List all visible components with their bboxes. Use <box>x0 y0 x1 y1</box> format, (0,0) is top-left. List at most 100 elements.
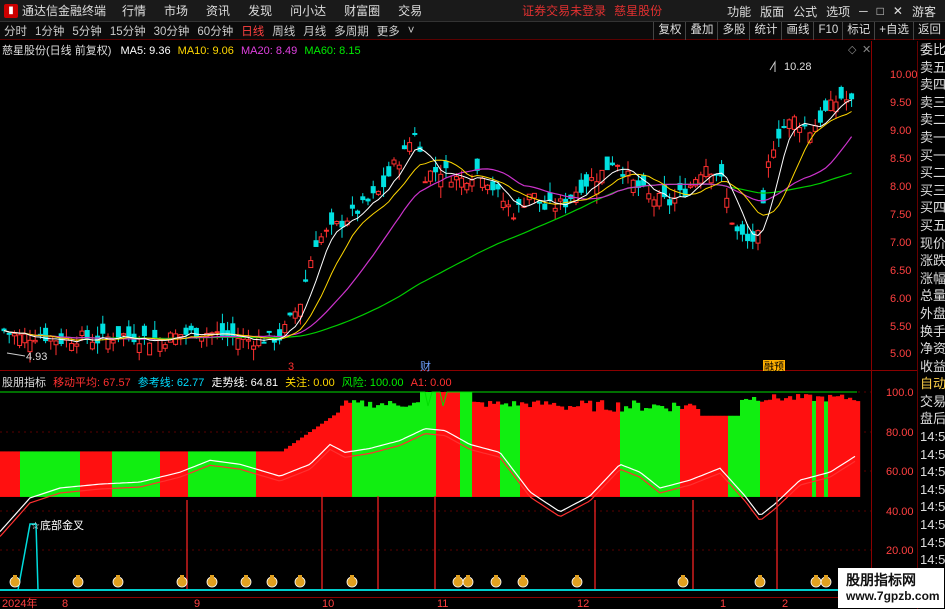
side-auto[interactable]: 自动 <box>918 375 945 393</box>
btn-diejia[interactable]: 叠加 <box>685 22 717 40</box>
indicator-bar <box>728 415 733 497</box>
menu-jiaoyi[interactable]: 交易 <box>398 2 422 19</box>
side-outer[interactable]: 外盘 <box>918 305 945 323</box>
date-feb: 2 <box>782 598 788 609</box>
side-buy4[interactable]: 买四 <box>918 199 945 217</box>
btn-f10[interactable]: F10 <box>813 22 842 40</box>
candle-body <box>100 323 106 334</box>
candle-body <box>646 193 652 200</box>
candle-body <box>651 199 657 207</box>
indicator-bar <box>452 392 457 497</box>
menu-xuanxiang[interactable]: 选项 <box>826 3 850 20</box>
period-15min[interactable]: 15分钟 <box>110 23 146 39</box>
chevron-down-icon[interactable]: ˅ <box>408 25 415 37</box>
menu-zixun[interactable]: 资讯 <box>206 2 230 19</box>
indicator-bar <box>8 451 13 497</box>
candle-body <box>734 226 740 232</box>
indicator-bar <box>196 451 201 497</box>
side-price[interactable]: 现价 <box>918 235 945 253</box>
period-multi[interactable]: 多周期 <box>334 23 369 39</box>
stock-link[interactable]: 慈星股份 <box>614 2 662 19</box>
side-sell2[interactable]: 卖二 <box>918 111 945 129</box>
side-change-pct[interactable]: 涨幅 <box>918 270 945 288</box>
menu-gongshi[interactable]: 公式 <box>793 3 817 20</box>
btn-fanhui[interactable]: 返回 <box>913 22 945 40</box>
indicator-bar <box>136 451 141 497</box>
period-60min[interactable]: 60分钟 <box>197 23 233 39</box>
indicator-bar <box>76 451 81 497</box>
candle-body <box>308 260 314 269</box>
indicator-bar <box>564 409 569 497</box>
indicator-bar <box>528 407 533 497</box>
menu-wenxiaoda[interactable]: 问小达 <box>290 2 326 19</box>
chart-canvas[interactable]: 10.00 9.50 9.00 8.50 8.00 7.50 7.00 6.50… <box>0 0 945 609</box>
side-volume[interactable]: 总量 <box>918 287 945 305</box>
side-buy2[interactable]: 买二 <box>918 164 945 182</box>
close-icon[interactable]: ✕ <box>893 4 903 18</box>
menu-faxian[interactable]: 发现 <box>248 2 272 19</box>
menu-shichang[interactable]: 市场 <box>164 2 188 19</box>
indicator-bar <box>336 412 341 497</box>
indicator-bar <box>656 405 661 497</box>
indicator-bar <box>520 402 525 497</box>
indicator-name[interactable]: 股朋指标 <box>2 377 46 389</box>
candle-body <box>755 230 761 244</box>
candle-body <box>69 342 75 351</box>
menu-hangqing[interactable]: 行情 <box>122 2 146 19</box>
ma20-value: MA20: 8.49 <box>240 45 298 57</box>
price-tick-7: 7.00 <box>890 237 911 249</box>
period-fenshi[interactable]: 分时 <box>4 23 27 39</box>
guest-label[interactable]: 游客 <box>912 3 936 20</box>
side-net-asset[interactable]: 净资 <box>918 340 945 358</box>
btn-zixuan[interactable]: +自选 <box>874 22 913 40</box>
stock-name[interactable]: 慈星股份(日线 前复权) <box>2 45 111 57</box>
btn-fuquan[interactable]: 复权 <box>653 22 685 40</box>
money-bag-icon <box>206 575 218 588</box>
side-sell3[interactable]: 卖三 <box>918 94 945 112</box>
indicator-bar <box>116 451 121 497</box>
period-5min[interactable]: 5分钟 <box>72 23 101 39</box>
ma10-line <box>3 111 852 341</box>
candle-body <box>303 279 309 282</box>
indicator-bar <box>752 396 757 497</box>
maximize-icon[interactable]: □ <box>877 4 884 18</box>
close-chart-icon[interactable]: ✕ <box>862 44 871 56</box>
main-chart-info: 慈星股份(日线 前复权) MA5: 9.36 MA10: 9.06 MA20: … <box>2 42 361 57</box>
menu-caifuquan[interactable]: 财富圈 <box>344 2 380 19</box>
side-after-hours[interactable]: 盘后 <box>918 410 945 428</box>
menu-banmian[interactable]: 版面 <box>760 3 784 20</box>
candle-body <box>729 222 735 225</box>
side-weibi[interactable]: 委比 <box>918 41 945 59</box>
login-warning[interactable]: 证券交易未登录 <box>522 2 606 19</box>
btn-huaxian[interactable]: 画线 <box>781 22 813 40</box>
side-sell5[interactable]: 卖五 <box>918 59 945 77</box>
side-buy3[interactable]: 买三 <box>918 182 945 200</box>
side-time-5: 14:56 <box>920 499 945 515</box>
period-daily[interactable]: 日线 <box>241 23 264 39</box>
btn-duogu[interactable]: 多股 <box>717 22 749 40</box>
money-bag-icon <box>462 575 474 588</box>
side-change[interactable]: 涨跌 <box>918 252 945 270</box>
side-trade[interactable]: 交易 <box>918 393 945 411</box>
side-buy5[interactable]: 买五 <box>918 217 945 235</box>
side-sell4[interactable]: 卖四 <box>918 76 945 94</box>
minimize-icon[interactable]: ─ <box>859 4 868 18</box>
side-earnings[interactable]: 收益 <box>918 358 945 376</box>
period-1min[interactable]: 1分钟 <box>35 23 64 39</box>
diamond-icon[interactable]: ◇ <box>848 44 857 56</box>
indicator-bar <box>792 399 797 497</box>
btn-tongji[interactable]: 统计 <box>749 22 781 40</box>
side-sell1[interactable]: 卖一 <box>918 129 945 147</box>
btn-biaoji[interactable]: 标记 <box>842 22 874 40</box>
indicator-bar <box>416 402 421 497</box>
menu-gongneng[interactable]: 功能 <box>727 3 751 20</box>
side-buy1[interactable]: 买一 <box>918 147 945 165</box>
period-weekly[interactable]: 周线 <box>272 23 295 39</box>
indicator-bar <box>460 392 465 497</box>
candle-body <box>547 192 553 201</box>
period-monthly[interactable]: 月线 <box>303 23 326 39</box>
period-30min[interactable]: 30分钟 <box>154 23 190 39</box>
candle-body <box>188 325 194 331</box>
period-more[interactable]: 更多 <box>377 23 400 39</box>
side-turnover[interactable]: 换手 <box>918 323 945 341</box>
